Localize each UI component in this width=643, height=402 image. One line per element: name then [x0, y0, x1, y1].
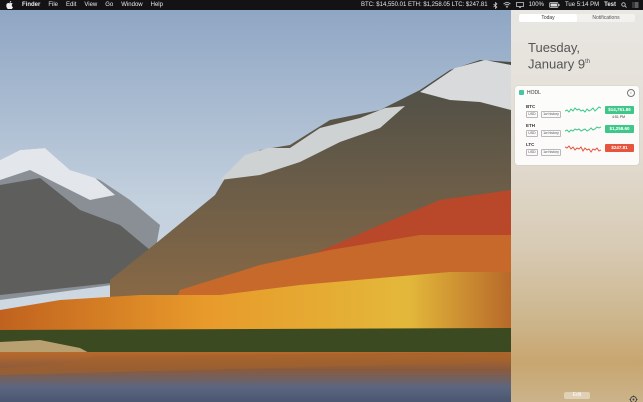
- coin-price: $247.81: [605, 144, 634, 152]
- currency-button[interactable]: USD: [526, 111, 538, 118]
- desktop-wallpaper: [0, 10, 511, 402]
- notification-center: Today Notifications Tuesday, January 9th…: [511, 10, 643, 402]
- battery-percent[interactable]: 100%: [529, 0, 544, 10]
- battery-icon[interactable]: [549, 2, 560, 8]
- coin-row-ltc: LTC USD 1w history $247.81: [525, 142, 637, 160]
- coin-symbol: BTC: [526, 104, 536, 109]
- eth-sparkline: [565, 126, 601, 133]
- coin-price: $1,258.60: [605, 125, 634, 133]
- date-month-day: January 9th: [528, 56, 591, 72]
- menu-view[interactable]: View: [84, 0, 97, 10]
- nc-tabs: Today Notifications: [519, 14, 635, 22]
- menu-window[interactable]: Window: [121, 0, 142, 10]
- widget-header: HODL i: [519, 89, 635, 97]
- menu-bar: Finder File Edit View Go Window Help BTC…: [0, 0, 643, 10]
- bluetooth-icon[interactable]: [492, 1, 498, 9]
- hodl-widget: HODL i BTC USD 1w history $14,761.86 4:5…: [515, 86, 639, 165]
- history-button[interactable]: 1w history: [541, 111, 561, 118]
- menu-app-finder[interactable]: Finder: [22, 0, 40, 10]
- notification-list-icon[interactable]: [632, 2, 639, 8]
- ltc-sparkline: [565, 145, 601, 153]
- coin-row-eth: ETH USD 1w history $1,258.60: [525, 123, 637, 141]
- history-button[interactable]: 1w history: [541, 149, 561, 156]
- currency-button[interactable]: USD: [526, 130, 538, 137]
- menu-go[interactable]: Go: [105, 0, 113, 10]
- date-weekday: Tuesday,: [528, 40, 581, 55]
- coin-price: $14,761.86: [605, 106, 634, 114]
- display-icon[interactable]: [515, 2, 524, 8]
- coin-updated-time: 4:51 PM: [612, 115, 626, 119]
- crypto-ticker[interactable]: BTC: $14,550.01 ETH: $1,258.05 LTC: $247…: [361, 0, 488, 10]
- menu-edit[interactable]: Edit: [66, 0, 76, 10]
- history-button[interactable]: 1w history: [541, 130, 561, 137]
- currency-button[interactable]: USD: [526, 149, 538, 156]
- date-day-suffix: th: [585, 59, 591, 65]
- tab-notifications[interactable]: Notifications: [577, 14, 635, 22]
- wifi-icon[interactable]: [502, 2, 511, 8]
- nc-bottom-bar: Edit: [511, 390, 643, 402]
- gear-icon[interactable]: [629, 391, 638, 402]
- widget-title: HODL: [527, 89, 541, 96]
- menu-file[interactable]: File: [48, 0, 58, 10]
- hodl-app-icon: [519, 90, 524, 95]
- coin-row-btc: BTC USD 1w history $14,761.86 4:51 PM: [525, 104, 637, 122]
- menu-help[interactable]: Help: [151, 0, 163, 10]
- btc-sparkline: [565, 106, 601, 113]
- edit-button[interactable]: Edit: [564, 392, 590, 399]
- coin-symbol: ETH: [526, 123, 535, 128]
- clock[interactable]: Tue 5:14 PM: [565, 0, 599, 10]
- tab-today[interactable]: Today: [519, 14, 577, 22]
- search-icon[interactable]: [621, 2, 627, 8]
- user-name[interactable]: Test: [604, 0, 616, 10]
- apple-icon[interactable]: [6, 1, 14, 9]
- date-header: Tuesday, January 9th: [528, 40, 590, 71]
- info-icon[interactable]: i: [627, 89, 635, 97]
- coin-symbol: LTC: [526, 142, 535, 147]
